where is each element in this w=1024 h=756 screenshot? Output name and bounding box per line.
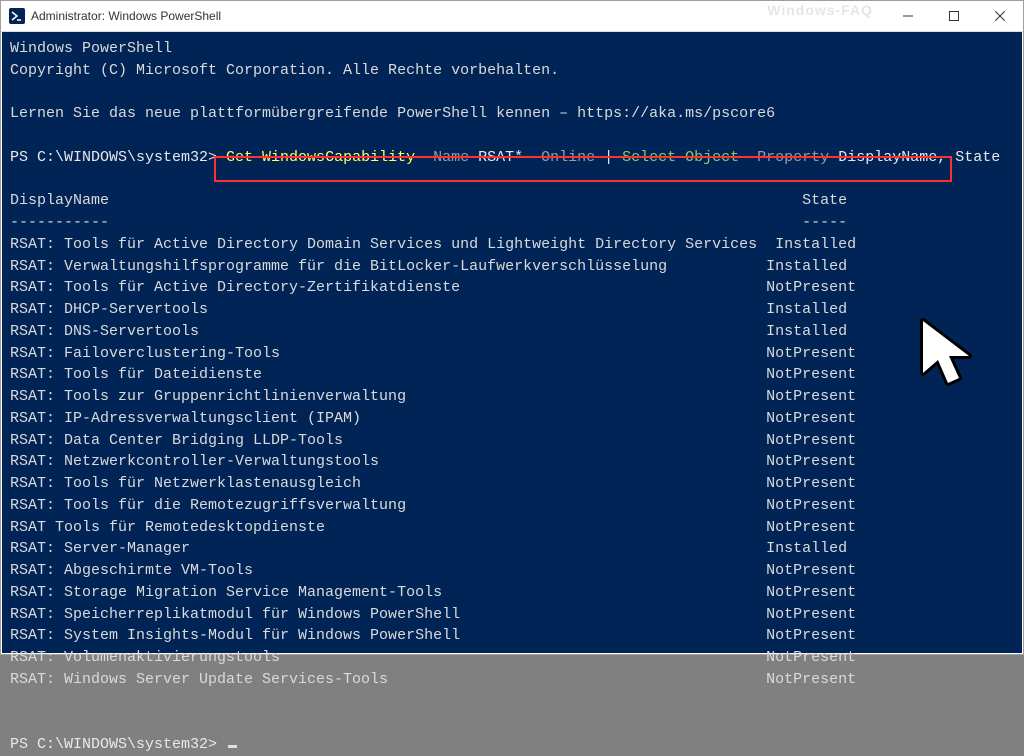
- blank-line: [10, 169, 1014, 191]
- blank-line: [10, 82, 1014, 104]
- watermark-text: Windows-FAQ: [767, 2, 873, 18]
- maximize-button[interactable]: [931, 1, 977, 31]
- powershell-icon: [9, 8, 25, 24]
- table-row: RSAT: Tools zur Gruppenrichtlinienverwal…: [10, 386, 1014, 408]
- table-row: RSAT: Tools für Netzwerklastenausgleich …: [10, 473, 1014, 495]
- window-title: Administrator: Windows PowerShell: [31, 9, 885, 23]
- cursor: [228, 745, 237, 748]
- terminal-area[interactable]: Windows PowerShell Copyright (C) Microso…: [2, 32, 1022, 653]
- blank-line: [10, 691, 1014, 713]
- blank-line: [10, 712, 1014, 734]
- table-row: RSAT: Data Center Bridging LLDP-Tools No…: [10, 430, 1014, 452]
- table-header-rule: ----------- -----: [10, 212, 1014, 234]
- table-row: RSAT: Abgeschirmte VM-Tools NotPresent: [10, 560, 1014, 582]
- table-row: RSAT: Netzwerkcontroller-Verwaltungstool…: [10, 451, 1014, 473]
- table-row: RSAT: Speicherreplikatmodul für Windows …: [10, 604, 1014, 626]
- table-row: RSAT: Tools für Dateidienste NotPresent: [10, 364, 1014, 386]
- table-row: RSAT: System Insights-Modul für Windows …: [10, 625, 1014, 647]
- command-line: PS C:\WINDOWS\system32> Get-WindowsCapab…: [10, 147, 1014, 169]
- close-button[interactable]: [977, 1, 1023, 31]
- powershell-window: Administrator: Windows PowerShell Window…: [0, 0, 1024, 655]
- table-row: RSAT: Tools für Active Directory Domain …: [10, 234, 1014, 256]
- minimize-button[interactable]: [885, 1, 931, 31]
- table-rows: RSAT: Tools für Active Directory Domain …: [10, 234, 1014, 691]
- table-row: RSAT: Failoverclustering-Tools NotPresen…: [10, 343, 1014, 365]
- blank-line: [10, 125, 1014, 147]
- banner-line-1: Windows PowerShell: [10, 38, 1014, 60]
- banner-line-2: Copyright (C) Microsoft Corporation. All…: [10, 60, 1014, 82]
- table-row: RSAT: DHCP-Servertools Installed: [10, 299, 1014, 321]
- table-row: RSAT: Tools für Active Directory-Zertifi…: [10, 277, 1014, 299]
- table-row: RSAT: Volumenaktivierungstools NotPresen…: [10, 647, 1014, 669]
- table-row: RSAT: Windows Server Update Services-Too…: [10, 669, 1014, 691]
- table-row: RSAT: DNS-Servertools Installed: [10, 321, 1014, 343]
- table-row: RSAT: Storage Migration Service Manageme…: [10, 582, 1014, 604]
- table-row: RSAT: IP-Adressverwaltungsclient (IPAM) …: [10, 408, 1014, 430]
- table-row: RSAT: Server-Manager Installed: [10, 538, 1014, 560]
- prompt-line: PS C:\WINDOWS\system32>: [10, 734, 1014, 756]
- table-header: DisplayName State: [10, 190, 1014, 212]
- table-row: RSAT: Tools für die Remotezugriffsverwal…: [10, 495, 1014, 517]
- mouse-cursor-icon: [913, 311, 988, 401]
- table-row: RSAT: Verwaltungshilfsprogramme für die …: [10, 256, 1014, 278]
- banner-line-3: Lernen Sie das neue plattformübergreifen…: [10, 103, 1014, 125]
- table-row: RSAT Tools für Remotedesktopdienste NotP…: [10, 517, 1014, 539]
